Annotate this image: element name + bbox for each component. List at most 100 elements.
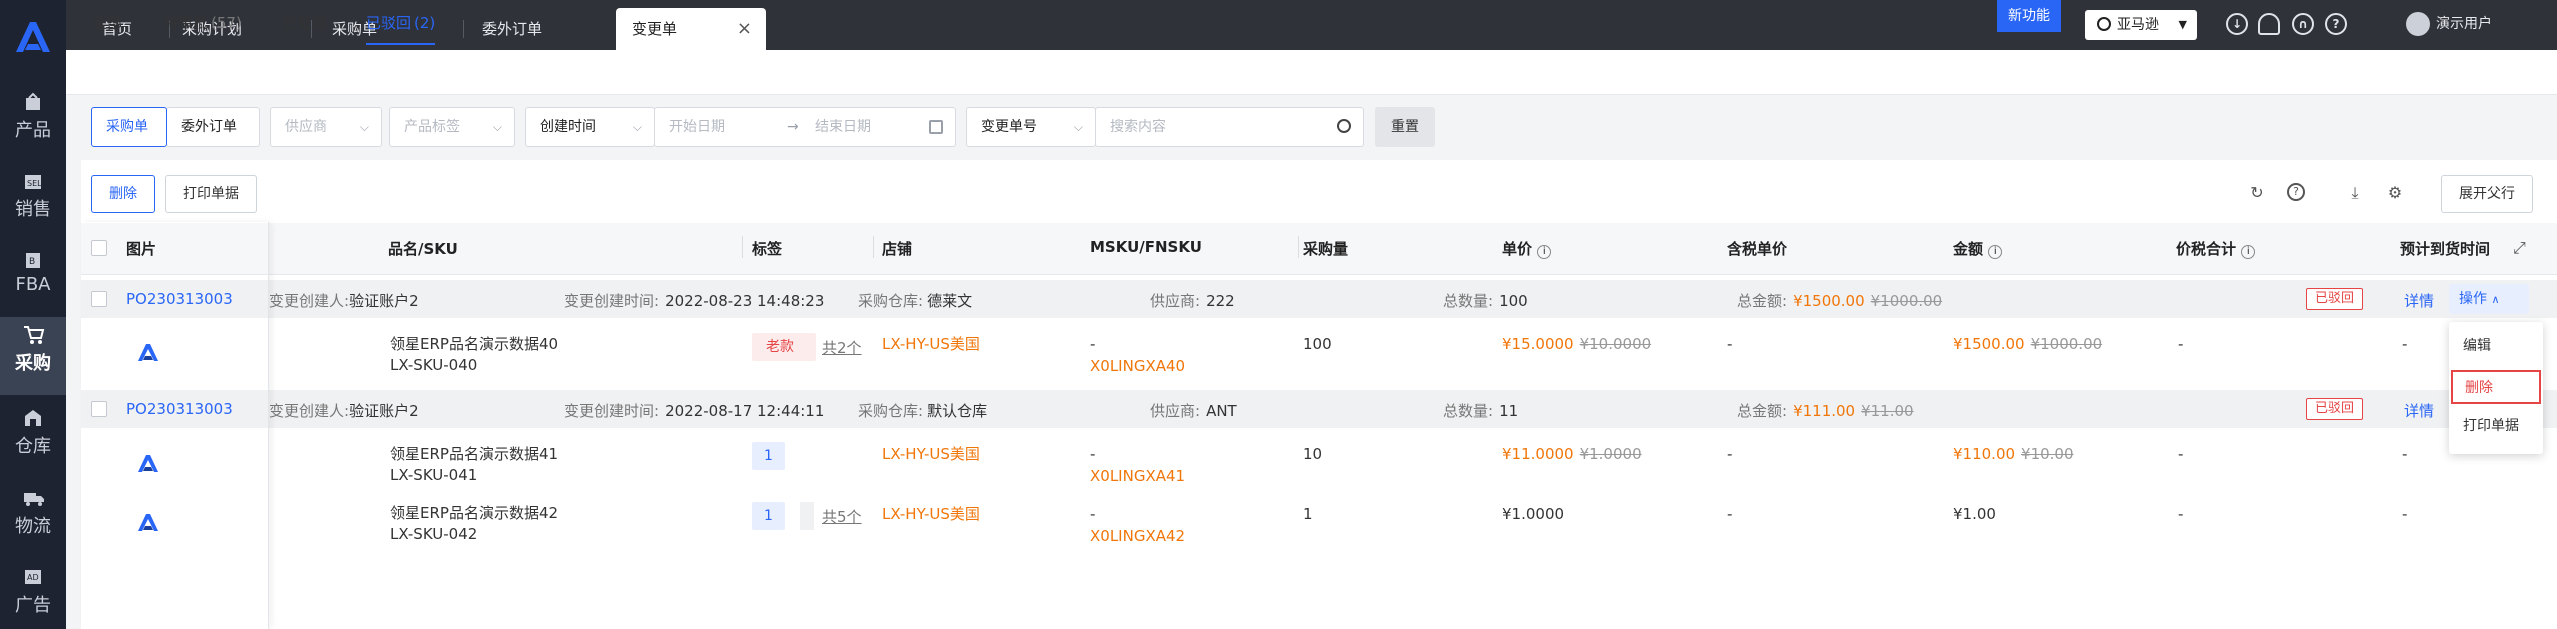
fba-icon: B — [23, 250, 43, 270]
status-badge: 已驳回 — [2306, 288, 2364, 310]
info-icon[interactable]: i — [1988, 245, 2003, 259]
status-tab-pending[interactable]: 待审批 (57) — [163, 12, 242, 45]
calendar-icon — [929, 120, 943, 134]
chevron-down-icon: ▼ — [2178, 18, 2187, 31]
date-range-picker[interactable]: 开始日期 → 结束日期 — [654, 107, 956, 147]
truck-icon — [23, 488, 44, 508]
dropdown-item-edit[interactable]: 编辑 — [2449, 328, 2543, 364]
column-image: 图片 — [126, 240, 157, 258]
user-menu[interactable]: 演示用户 — [2406, 12, 2492, 36]
detail-link[interactable]: 详情 — [2404, 290, 2434, 311]
product-thumbnail-icon — [138, 455, 158, 472]
warehouse-icon — [23, 408, 43, 428]
po-link[interactable]: PO230313003 — [126, 290, 233, 308]
status-tab-all[interactable]: 全部 — [92, 12, 122, 45]
info-icon[interactable]: i — [1537, 245, 1552, 259]
app-logo-icon[interactable] — [10, 16, 56, 56]
sidebar-item-warehouse[interactable]: 仓库 — [0, 400, 66, 478]
box-icon — [23, 92, 43, 112]
settings-icon[interactable]: ⚙ — [2385, 183, 2405, 203]
column-divider — [1298, 236, 1299, 258]
tab-outsource-order[interactable]: 委外订单 — [466, 8, 614, 50]
avatar — [2406, 12, 2430, 36]
row-checkbox[interactable] — [91, 401, 107, 417]
sidebar: 产品 SEL 销售 B FBA 采购 仓库 物流 AD 广告 — [0, 0, 66, 629]
column-total-tax: 价税合计 i — [2176, 238, 2256, 259]
fullscreen-icon[interactable]: ⤢ — [2513, 238, 2526, 258]
svg-text:B: B — [29, 257, 35, 267]
tag-chip: 1 — [752, 442, 785, 470]
tab-change-order[interactable]: 变更单 × — [616, 8, 766, 50]
dropdown-item-delete[interactable]: 删除 — [2451, 370, 2541, 404]
dropdown-item-print[interactable]: 打印单据 — [2449, 408, 2543, 444]
product-tag-select[interactable]: 产品标签 ⌵ — [389, 107, 515, 147]
chevron-up-icon: ∧ — [2491, 293, 2500, 306]
column-shop: 店铺 — [882, 240, 913, 258]
column-divider — [742, 236, 743, 258]
search-icon[interactable] — [1337, 119, 1351, 133]
status-tab-rejected[interactable]: 已驳回 (2) — [366, 12, 436, 45]
sidebar-item-fba[interactable]: B FBA — [0, 242, 66, 320]
product-thumbnail-icon — [138, 514, 158, 531]
status-tabs — [66, 50, 2557, 95]
tag-more-link[interactable]: 共2个 — [822, 337, 862, 358]
column-eta: 预计到货时间 — [2400, 240, 2491, 258]
expand-parent-button[interactable]: 展开父行 — [2441, 175, 2533, 213]
column-divider — [873, 236, 874, 258]
column-name-sku: 品名/SKU — [388, 240, 458, 258]
row-checkbox[interactable] — [91, 291, 107, 307]
svg-text:SEL: SEL — [27, 179, 42, 188]
type-po-button[interactable]: 采购单 — [91, 107, 167, 147]
type-outsource-button[interactable]: 委外订单 — [166, 107, 260, 147]
sidebar-item-product[interactable]: 产品 — [0, 84, 66, 162]
status-badge: 已驳回 — [2306, 398, 2364, 420]
column-qty: 采购量 — [1303, 240, 1349, 258]
help-icon[interactable]: ? — [2287, 183, 2305, 201]
arrow-right-icon: → — [787, 119, 799, 135]
chevron-down-icon: ⌵ — [1073, 120, 1083, 134]
info-icon[interactable]: i — [2241, 245, 2256, 259]
column-amount: 金额 i — [1953, 238, 2003, 259]
sidebar-item-sales[interactable]: SEL 销售 — [0, 163, 66, 241]
sidebar-item-ads[interactable]: AD 广告 — [0, 559, 66, 629]
column-unit-price: 单价 i — [1502, 238, 1552, 259]
tag-more-link[interactable]: 共5个 — [822, 506, 862, 527]
action-button[interactable]: 操作 ∧ — [2449, 284, 2529, 314]
sidebar-item-logistics[interactable]: 物流 — [0, 480, 66, 558]
column-tag: 标签 — [752, 240, 783, 258]
ad-icon: AD — [23, 567, 43, 587]
help-icon[interactable]: ? — [2325, 13, 2347, 35]
sidebar-item-purchase[interactable]: 采购 — [0, 317, 66, 395]
store-select[interactable]: 亚马逊 ▼ — [2085, 10, 2197, 40]
new-feature-button[interactable]: 新功能 — [1997, 0, 2061, 32]
time-type-select[interactable]: 创建时间 ⌵ — [525, 107, 655, 147]
svg-text:AD: AD — [27, 573, 39, 582]
reset-button[interactable]: 重置 — [1375, 107, 1435, 147]
action-dropdown: 编辑 删除 打印单据 — [2449, 322, 2543, 454]
headset-icon[interactable]: ∩ — [2292, 13, 2314, 35]
column-msku: MSKU/FNSKU — [1090, 238, 1202, 256]
supplier-select[interactable]: 供应商 ⌵ — [270, 107, 382, 147]
select-all-checkbox[interactable] — [91, 240, 107, 256]
group-row — [81, 390, 2557, 428]
group-row — [81, 280, 2557, 318]
chevron-down-icon: ⌵ — [632, 120, 642, 134]
print-button[interactable]: 打印单据 — [165, 175, 257, 213]
search-type-select[interactable]: 变更单号 ⌵ — [966, 107, 1096, 147]
delete-button[interactable]: 删除 — [91, 175, 155, 213]
cart-icon — [23, 325, 45, 345]
search-input[interactable]: 搜索内容 — [1095, 107, 1364, 147]
bell-icon[interactable] — [2258, 13, 2280, 35]
detail-link[interactable]: 详情 — [2404, 400, 2434, 421]
amazon-icon — [2097, 17, 2111, 31]
sales-icon: SEL — [23, 171, 43, 191]
product-thumbnail-icon — [138, 344, 158, 361]
close-icon[interactable]: × — [737, 8, 752, 50]
refresh-icon[interactable]: ↻ — [2247, 183, 2267, 203]
status-tab-processed[interactable]: 已处理 — [282, 12, 327, 45]
chevron-down-icon: ⌵ — [492, 120, 502, 134]
download-center-icon[interactable]: ↓ — [2226, 13, 2248, 35]
tag-chip: 老款不 — [752, 333, 816, 361]
po-link[interactable]: PO230313003 — [126, 400, 233, 418]
download-icon[interactable]: ⤓ — [2345, 183, 2365, 203]
